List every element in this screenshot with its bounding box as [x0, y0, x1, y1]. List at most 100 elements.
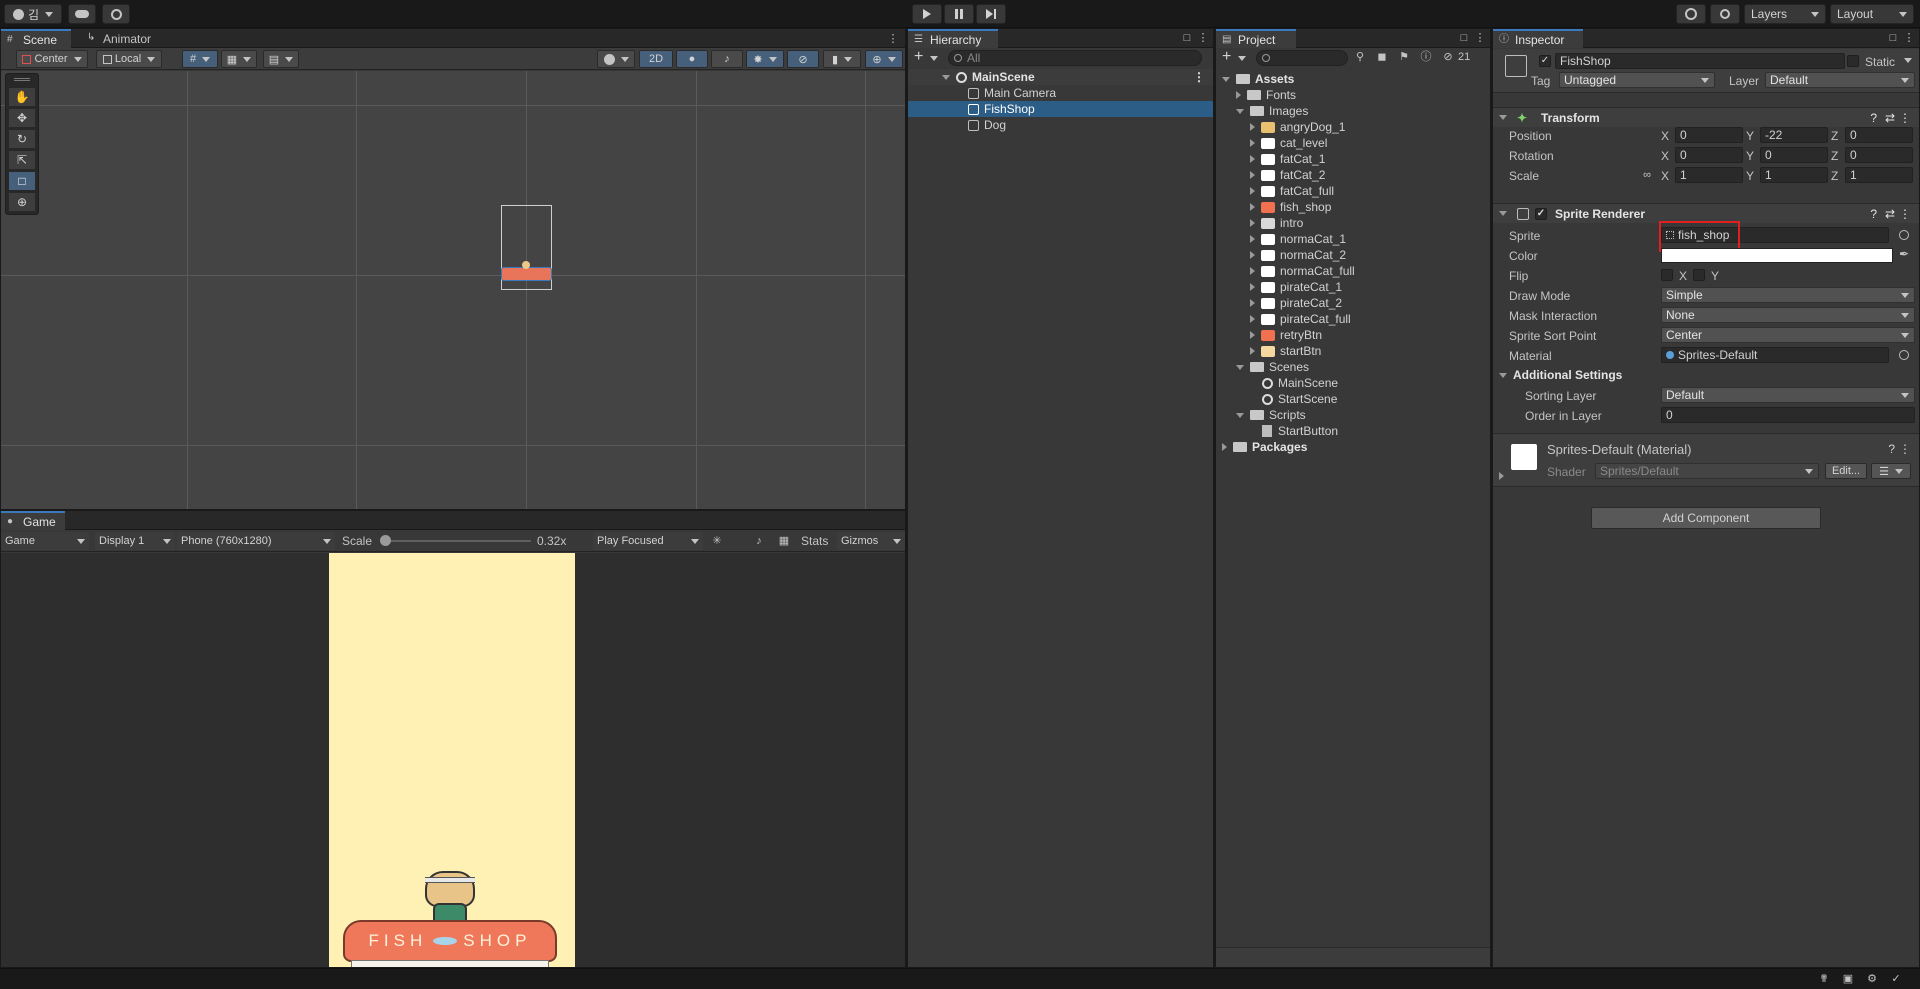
create-dropdown-icon[interactable] — [1238, 56, 1246, 61]
additional-settings-foldout[interactable]: Additional Settings — [1499, 368, 1622, 382]
collapse-icon[interactable] — [1250, 299, 1255, 307]
asset-image-fatcat_2[interactable]: fatCat_2 — [1216, 167, 1490, 183]
folder-scripts[interactable]: Scripts — [1216, 407, 1490, 423]
presets-icon[interactable]: ⇄ — [1885, 207, 1895, 221]
layers-dropdown[interactable]: Layers — [1744, 4, 1826, 24]
tag-select[interactable]: Untagged — [1559, 72, 1715, 88]
sprite-renderer-header[interactable]: ✓ Sprite Renderer ? ⇄ ⋮ — [1493, 203, 1919, 223]
sprite-sort-point-select[interactable]: Center — [1661, 327, 1915, 343]
material-field[interactable]: Sprites-Default — [1661, 347, 1889, 363]
tab-hierarchy[interactable]: ☰ Hierarchy — [908, 29, 998, 48]
expand-icon[interactable] — [1499, 211, 1507, 216]
hierarchy-item-main-camera[interactable]: Main Camera — [908, 85, 1213, 101]
bug-icon[interactable]: ✳ — [711, 535, 723, 547]
help-icon[interactable]: ? — [1870, 207, 1877, 221]
fishshop-sprite[interactable] — [501, 267, 552, 281]
folder-fonts[interactable]: Fonts — [1216, 87, 1490, 103]
presets-icon[interactable]: ⇄ — [1885, 111, 1895, 125]
scale-slider-track[interactable] — [385, 540, 531, 542]
collapse-icon[interactable] — [1250, 283, 1255, 291]
collapse-icon[interactable] — [1250, 235, 1255, 243]
add-dropdown-icon[interactable] — [930, 56, 938, 61]
flip-x-checkbox[interactable] — [1661, 269, 1673, 281]
collapse-icon[interactable] — [1250, 139, 1255, 147]
shading-mode-dropdown[interactable] — [597, 50, 635, 68]
asset-image-startbtn[interactable]: startBtn — [1216, 343, 1490, 359]
constrain-proportions-icon[interactable]: ∞ — [1641, 169, 1653, 181]
hierarchy-item-fishshop[interactable]: FishShop — [908, 101, 1213, 117]
component-menu-icon[interactable]: ⋮ — [1899, 207, 1911, 221]
collapse-icon[interactable] — [1250, 203, 1255, 211]
rotation-y-input[interactable]: 0 — [1760, 147, 1828, 163]
collapse-icon[interactable] — [1250, 267, 1255, 275]
tab-project[interactable]: ▤ Project — [1216, 29, 1296, 48]
tab-animator[interactable]: ↳ Animator — [81, 29, 161, 48]
color-swatch[interactable] — [1661, 248, 1893, 263]
history-button[interactable] — [1676, 4, 1706, 24]
rotate-tool-icon[interactable]: ↻ — [9, 130, 35, 148]
active-checkbox[interactable]: ✓ — [1539, 55, 1551, 67]
rotation-x-axis-label[interactable]: X — [1661, 149, 1669, 163]
folder-packages[interactable]: Packages — [1216, 439, 1490, 455]
more-options-icon[interactable]: ⋮ — [1903, 32, 1915, 44]
hidden-packages-icon[interactable]: ⊘ — [1442, 51, 1454, 63]
rotation-z-axis-label[interactable]: Z — [1831, 149, 1838, 163]
asset-image-piratecat_1[interactable]: pirateCat_1 — [1216, 279, 1490, 295]
expand-icon[interactable] — [1499, 372, 1507, 378]
search-by-type-icon[interactable]: ⚲ — [1354, 51, 1366, 63]
collapse-icon[interactable] — [1250, 251, 1255, 259]
scene-options-icon[interactable]: ⋮ — [1193, 70, 1205, 84]
account-button[interactable]: 김 — [4, 4, 62, 24]
expand-icon[interactable] — [1236, 108, 1244, 114]
collab-button[interactable] — [102, 4, 130, 24]
order-in-layer-input[interactable]: 0 — [1661, 407, 1915, 423]
collapse-icon[interactable] — [1250, 347, 1255, 355]
mode-2d-toggle[interactable]: 2D — [639, 50, 673, 68]
folder-images[interactable]: Images — [1216, 103, 1490, 119]
scale-y-input[interactable]: 1 — [1760, 167, 1828, 183]
display-select[interactable]: Display 1 — [95, 532, 175, 550]
search-button[interactable] — [1710, 4, 1740, 24]
pivot-dropdown[interactable]: Center — [16, 50, 88, 68]
move-tool-icon[interactable]: ✥ — [9, 109, 35, 127]
tab-inspector[interactable]: ⓘ Inspector — [1493, 29, 1583, 48]
tab-game[interactable]: ● Game — [1, 511, 65, 530]
gizmos-select[interactable]: Gizmos — [837, 532, 905, 550]
space-dropdown[interactable]: Local — [96, 50, 162, 68]
scale-z-axis-label[interactable]: Z — [1831, 169, 1838, 183]
increment-snap-dropdown[interactable]: ▤ — [263, 50, 299, 68]
asset-startbutton[interactable]: StartButton — [1216, 423, 1490, 439]
gizmos-dropdown[interactable]: ⊕ — [865, 50, 903, 68]
hierarchy-search-input[interactable]: All — [948, 50, 1202, 66]
asset-image-piratecat_full[interactable]: pirateCat_full — [1216, 311, 1490, 327]
position-z-input[interactable]: 0 — [1845, 127, 1913, 143]
filter-type-icon[interactable]: ◼ — [1376, 51, 1388, 63]
asset-image-fatcat_1[interactable]: fatCat_1 — [1216, 151, 1490, 167]
check-status-icon[interactable]: ✓ — [1890, 973, 1902, 985]
object-name-input[interactable]: FishShop — [1555, 53, 1845, 69]
pause-button[interactable] — [944, 4, 974, 24]
hand-tool-icon[interactable]: ✋ — [9, 88, 35, 106]
scale-x-axis-label[interactable]: X — [1661, 169, 1669, 183]
info-icon[interactable]: ⓘ — [1420, 51, 1432, 63]
resolution-select[interactable]: Phone (760x1280) — [177, 532, 335, 550]
rect-tool-icon[interactable]: □ — [9, 172, 35, 190]
audio-toggle[interactable]: ♪ — [711, 50, 743, 68]
collapse-icon[interactable] — [1250, 315, 1255, 323]
asset-image-piratecat_2[interactable]: pirateCat_2 — [1216, 295, 1490, 311]
layer-select[interactable]: Default — [1765, 72, 1915, 88]
draw-mode-select[interactable]: Simple — [1661, 287, 1915, 303]
folder-scenes[interactable]: Scenes — [1216, 359, 1490, 375]
more-options-icon[interactable]: ⋮ — [1474, 32, 1486, 44]
collapse-icon[interactable] — [1250, 123, 1255, 131]
rotation-z-input[interactable]: 0 — [1845, 147, 1913, 163]
network-icon[interactable]: ✟ — [1818, 973, 1830, 985]
transform-tool-icon[interactable]: ⊕ — [9, 193, 35, 211]
transform-header[interactable]: ✦ Transform ? ⇄ ⋮ — [1493, 107, 1919, 127]
database-icon[interactable]: ▣ — [1842, 973, 1854, 985]
add-button[interactable]: + — [914, 49, 923, 65]
grid-snap-dropdown[interactable]: # — [182, 50, 218, 68]
project-search-input[interactable] — [1256, 50, 1348, 66]
lock-icon[interactable]: □ — [1887, 32, 1899, 44]
edit-shader-button[interactable]: Edit... — [1825, 463, 1867, 479]
